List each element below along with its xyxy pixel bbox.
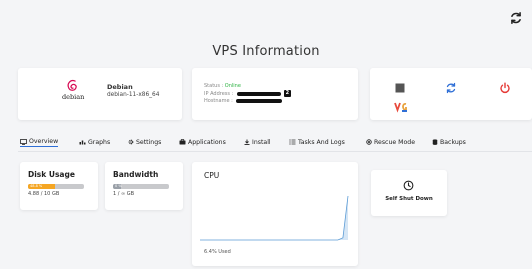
- self-shutdown-label: Self Shut Down: [385, 196, 433, 202]
- ip-row: IP Address : 2: [204, 90, 291, 97]
- hostname-redacted: [236, 98, 283, 103]
- disk-usage-value: 4.88 / 10 GB: [28, 191, 60, 197]
- tab-applications[interactable]: Applications: [179, 137, 226, 147]
- tab-bar-divider: [18, 151, 532, 152]
- status-value: Online: [224, 83, 241, 89]
- cpu-line: [200, 195, 349, 241]
- cpu-area: [200, 196, 348, 240]
- disk-usage-bar: 48.8 %: [28, 184, 84, 189]
- status-row: Status : Online: [204, 83, 241, 89]
- ip-count-badge[interactable]: 2: [283, 90, 291, 97]
- tab-settings[interactable]: Settings: [128, 137, 161, 147]
- vnc-icon: [394, 102, 407, 113]
- bandwidth-fill: 0 %: [113, 184, 122, 189]
- tab-rescue-mode[interactable]: Rescue Mode: [366, 137, 415, 147]
- lifebuoy-icon: [366, 139, 372, 145]
- disk-usage-card: Disk Usage 48.8 % 4.88 / 10 GB: [20, 162, 98, 210]
- stop-button[interactable]: [394, 79, 406, 93]
- tab-graphs-label: Graphs: [88, 138, 111, 146]
- cpu-title: CPU: [204, 171, 220, 180]
- hostname-row: Hostname :: [204, 98, 283, 104]
- stop-icon: [395, 83, 405, 93]
- tab-overview-label: Overview: [29, 138, 59, 145]
- tab-graphs[interactable]: Graphs: [79, 137, 110, 147]
- status-card: Status : Online IP Address : 2 Hostname …: [192, 68, 358, 120]
- vnc-console-button[interactable]: [394, 98, 410, 113]
- ip-redacted: [236, 91, 281, 96]
- tab-install[interactable]: Install: [244, 137, 271, 147]
- bandwidth-value: 1 / ∞ GB: [113, 191, 135, 197]
- ip-label: IP Address :: [204, 91, 235, 97]
- refresh-button[interactable]: [509, 10, 523, 25]
- os-version: debian-11-x86_64: [107, 92, 160, 98]
- self-shutdown-button[interactable]: Self Shut Down: [371, 170, 447, 216]
- apps-icon: [179, 139, 186, 145]
- bandwidth-bar: 0 %: [113, 184, 169, 189]
- tab-tasks-logs-label: Tasks And Logs: [298, 138, 345, 146]
- refresh-icon: [511, 11, 521, 25]
- power-controls-card: [370, 68, 532, 120]
- os-card: debian Debian debian-11-x86_64: [18, 68, 182, 120]
- page-title: VPS Information: [212, 44, 320, 59]
- status-label: Status :: [204, 83, 225, 89]
- debian-swirl-icon: [67, 79, 77, 91]
- clock-icon: [403, 180, 414, 191]
- cpu-usage-chart: [200, 195, 349, 241]
- bandwidth-card: Bandwidth 0 % 1 / ∞ GB: [105, 162, 183, 210]
- os-name: Debian: [107, 83, 133, 91]
- restart-icon: [446, 82, 456, 94]
- debian-logo: debian: [62, 78, 84, 108]
- tab-backups[interactable]: Backups: [432, 137, 466, 147]
- cpu-card: CPU 6.4% Used: [192, 162, 358, 266]
- power-icon: [500, 82, 510, 94]
- disk-usage-fill: 48.8 %: [28, 184, 56, 189]
- tab-rescue-mode-label: Rescue Mode: [374, 138, 416, 146]
- tab-overview[interactable]: Overview: [20, 137, 59, 147]
- hostname-label: Hostname :: [204, 98, 235, 104]
- gear-icon: [128, 139, 134, 145]
- tab-settings-label: Settings: [136, 138, 162, 146]
- power-off-button[interactable]: [499, 79, 511, 94]
- cpu-used-value: 6.4% Used: [204, 249, 231, 255]
- tab-install-label: Install: [252, 138, 271, 146]
- bandwidth-title: Bandwidth: [113, 170, 159, 179]
- download-icon: [244, 139, 250, 145]
- list-icon: [289, 139, 296, 145]
- tab-applications-label: Applications: [188, 138, 226, 146]
- debian-logo-text: debian: [62, 93, 85, 101]
- disk-usage-title: Disk Usage: [28, 170, 75, 179]
- database-icon: [432, 139, 438, 145]
- tab-tasks-logs[interactable]: Tasks And Logs: [289, 137, 345, 147]
- tab-backups-label: Backups: [440, 138, 466, 146]
- monitor-icon: [20, 138, 27, 145]
- restart-button[interactable]: [445, 79, 457, 94]
- bar-chart-icon: [79, 140, 86, 145]
